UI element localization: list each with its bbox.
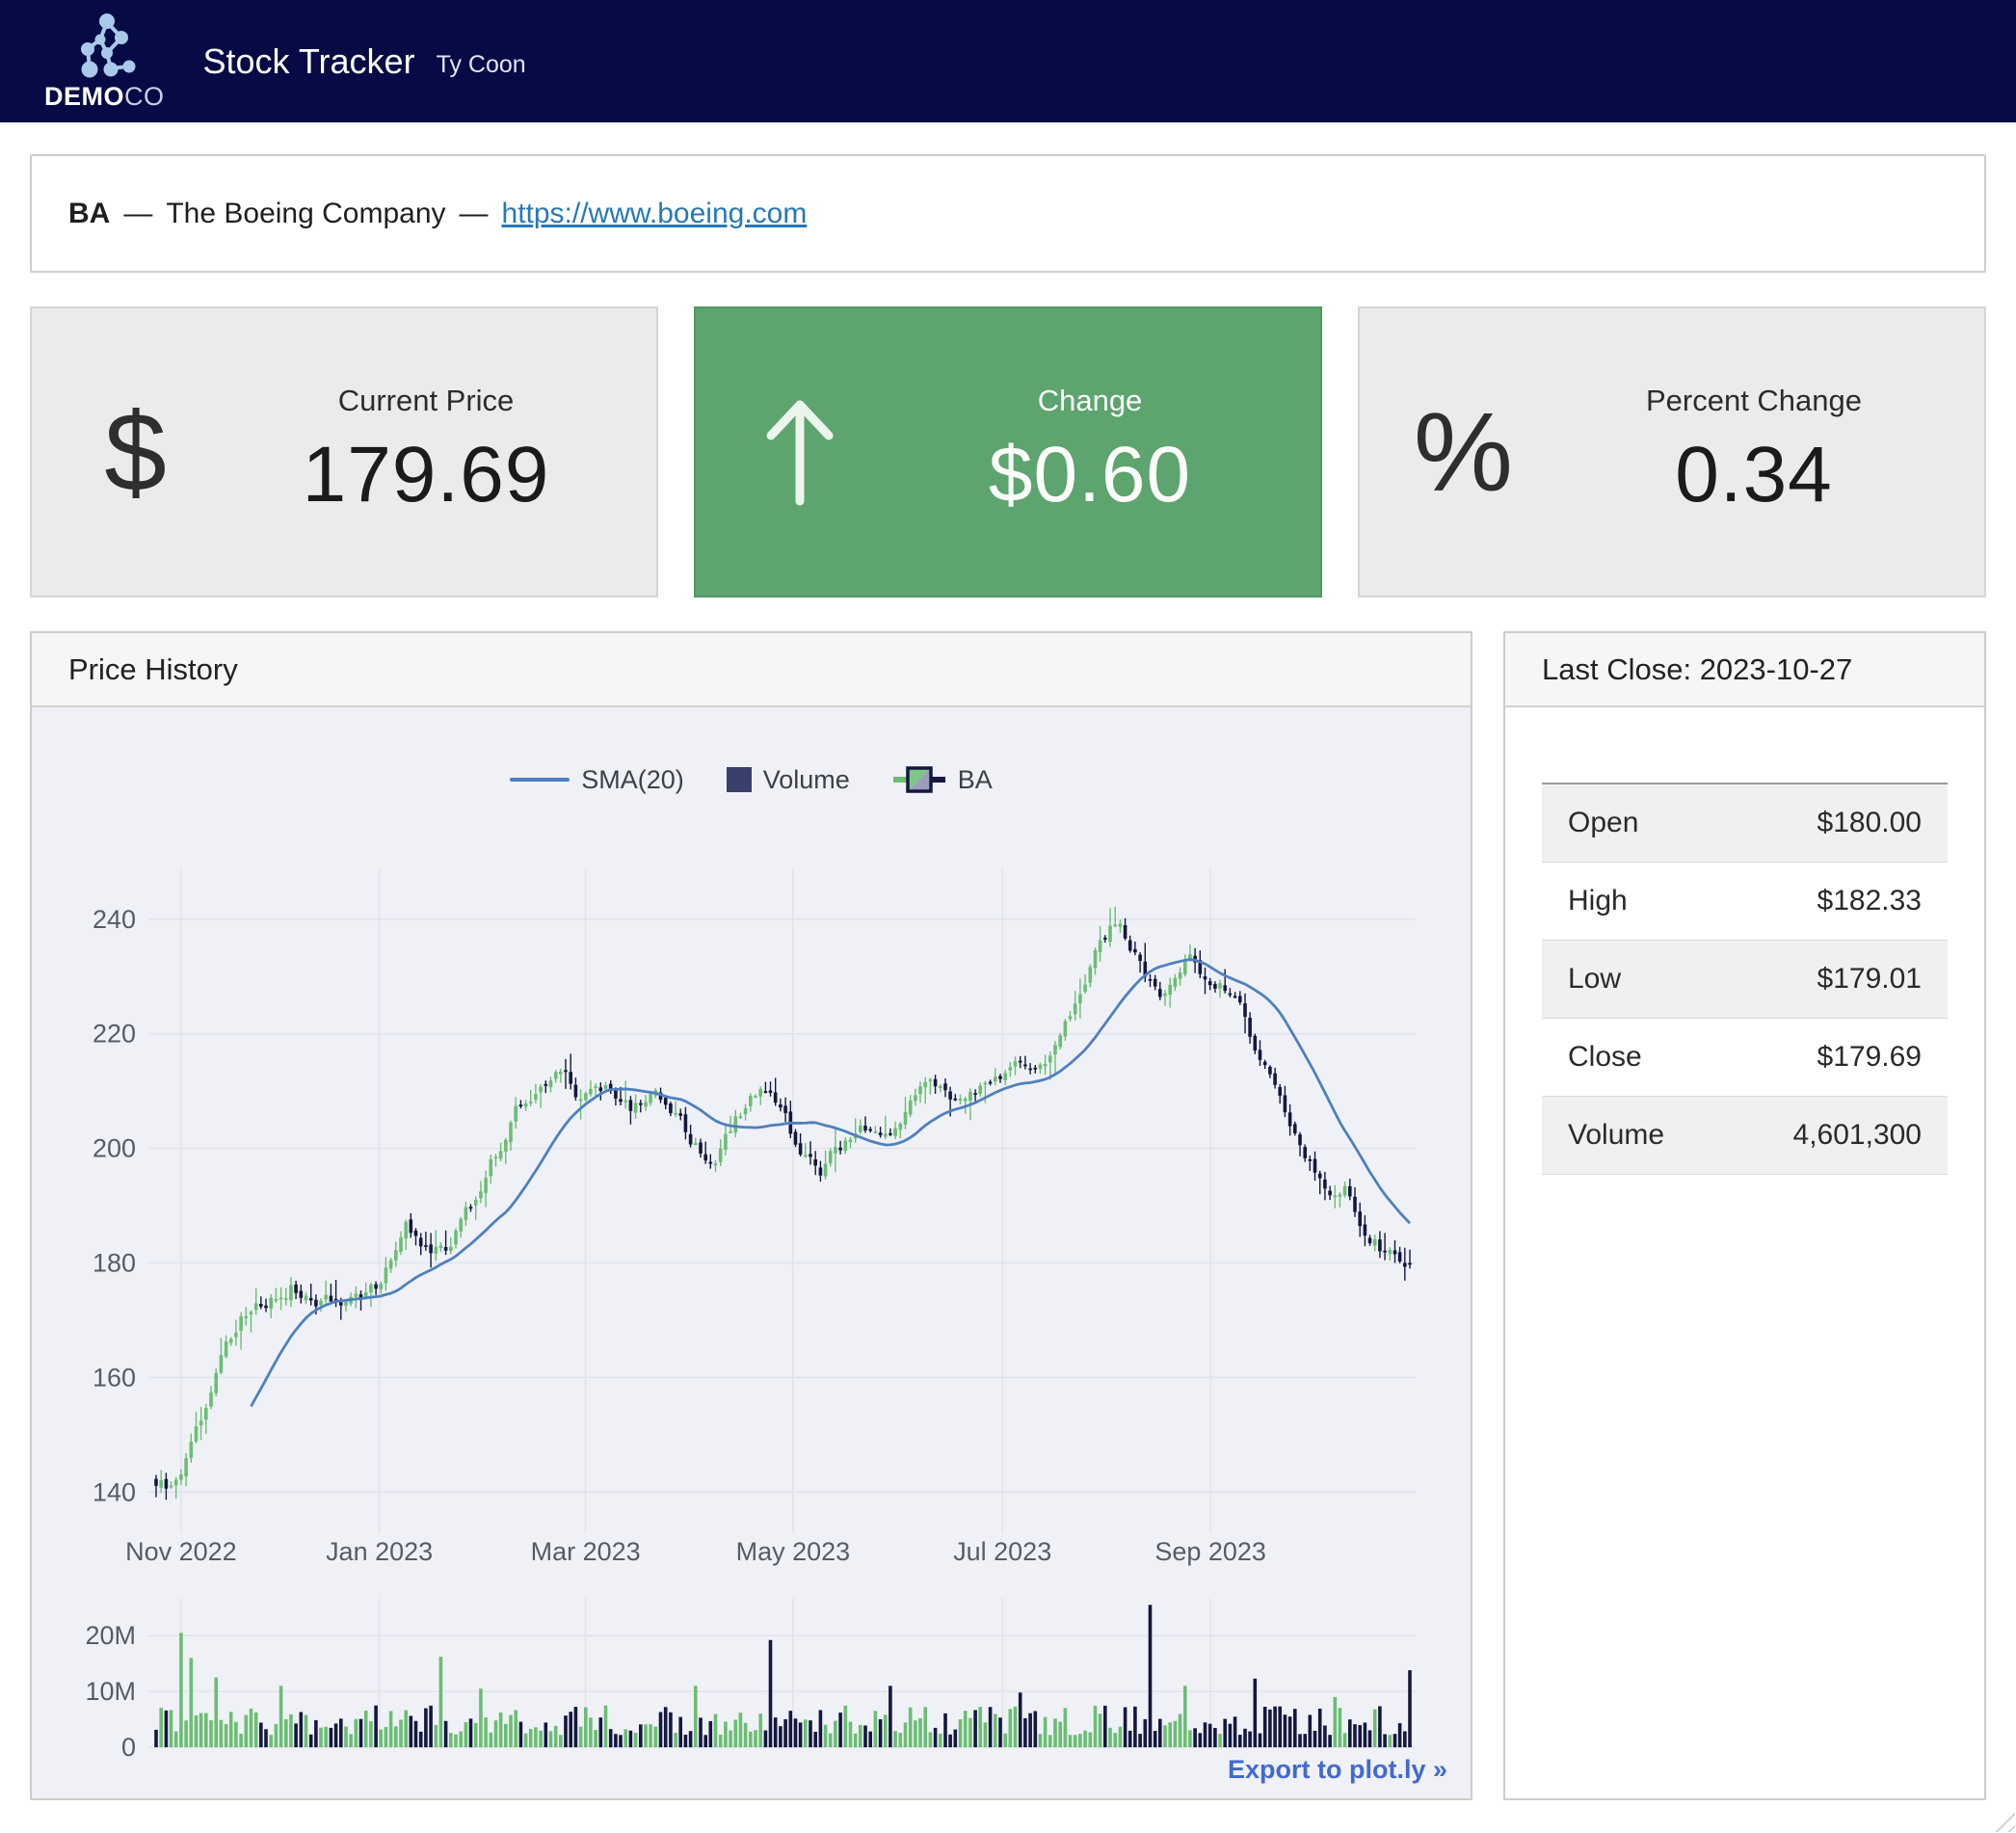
sma-line-swatch — [510, 778, 570, 782]
page-title: Stock Tracker — [203, 41, 415, 82]
row-label: Close — [1542, 1019, 1725, 1097]
ticker-summary-card: BA — The Boeing Company — https://www.bo… — [30, 154, 1986, 273]
svg-text:Mar 2023: Mar 2023 — [531, 1537, 641, 1566]
row-value: $179.69 — [1725, 1019, 1948, 1097]
ticker-symbol: BA — [68, 198, 110, 230]
svg-text:140: 140 — [93, 1477, 136, 1506]
price-history-panel: Price History Nov 2022 Jan 2023 Mar 2023 Ma… — [30, 631, 1472, 1800]
stats-row: $ Current Price 179.69 Change $0.60 % Pe… — [30, 306, 1986, 598]
last-close-body: Open $180.00 High $182.33 Low $179.01 Cl… — [1505, 707, 1984, 1798]
legend-item-volume[interactable]: Volume — [727, 765, 850, 795]
table-row-high: High $182.33 — [1542, 863, 1948, 941]
row-value: $182.33 — [1725, 863, 1948, 941]
legend-label: Volume — [763, 765, 850, 795]
row-label: Volume — [1542, 1097, 1725, 1175]
svg-text:Jan 2023: Jan 2023 — [326, 1537, 433, 1566]
current-price-value: 179.69 — [303, 430, 550, 520]
company-name: The Boeing Company — [166, 198, 445, 230]
svg-text:Sep 2023: Sep 2023 — [1154, 1537, 1266, 1566]
svg-text:Jul 2023: Jul 2023 — [953, 1537, 1051, 1566]
row-value: $179.01 — [1725, 941, 1948, 1019]
svg-text:160: 160 — [93, 1363, 136, 1392]
candlestick-swatch — [892, 763, 946, 796]
chart-legend: SMA(20) Volume BA — [32, 763, 1471, 796]
separator-dash: — — [123, 198, 152, 230]
app-header: DEMOCO Stock Tracker Ty Coon — [0, 0, 2016, 122]
ohlc-table: Open $180.00 High $182.33 Low $179.01 Cl… — [1542, 783, 1948, 1175]
change-value: $0.60 — [989, 430, 1191, 520]
price-history-chart[interactable]: Nov 2022 Jan 2023 Mar 2023 May 2023 Jul 2023… — [32, 707, 1471, 1798]
legend-label: SMA(20) — [581, 765, 684, 795]
export-plotly-link[interactable]: Export to plot.ly » — [1228, 1755, 1447, 1785]
arrow-up-icon — [696, 391, 903, 513]
resize-grip[interactable] — [1988, 1805, 2015, 1832]
price-history-chart-area: Nov 2022 Jan 2023 Mar 2023 May 2023 Jul 2023… — [32, 707, 1471, 1798]
table-row-close: Close $179.69 — [1542, 1019, 1948, 1097]
svg-text:0: 0 — [121, 1733, 136, 1762]
row-label: Open — [1542, 784, 1725, 863]
democo-molecule-icon — [68, 11, 140, 80]
last-close-panel: Last Close: 2023-10-27 Open $180.00 High… — [1503, 631, 1986, 1800]
separator-dash: — — [460, 198, 489, 230]
svg-text:220: 220 — [93, 1020, 136, 1049]
row-value: 4,601,300 — [1725, 1097, 1948, 1175]
volume-swatch — [727, 767, 752, 792]
svg-text:180: 180 — [93, 1248, 136, 1277]
legend-item-ba[interactable]: BA — [892, 763, 993, 796]
table-row-open: Open $180.00 — [1542, 784, 1948, 863]
svg-text:Nov 2022: Nov 2022 — [125, 1537, 237, 1566]
democo-logo: DEMOCO — [44, 11, 165, 112]
svg-text:10M: 10M — [86, 1677, 136, 1706]
row-value: $180.00 — [1725, 784, 1948, 863]
page-subtitle: Ty Coon — [437, 43, 526, 79]
change-label: Change — [1038, 384, 1143, 418]
dollar-icon: $ — [32, 396, 239, 508]
legend-label: BA — [958, 765, 993, 795]
svg-text:20M: 20M — [86, 1621, 136, 1650]
row-label: High — [1542, 863, 1725, 941]
legend-item-sma-20-[interactable]: SMA(20) — [510, 765, 684, 795]
svg-text:200: 200 — [93, 1134, 136, 1163]
svg-text:240: 240 — [93, 905, 136, 934]
percent-change-value: 0.34 — [1675, 430, 1833, 520]
table-row-low: Low $179.01 — [1542, 941, 1948, 1019]
percent-change-label: Percent Change — [1646, 384, 1862, 418]
main-content: Price History Nov 2022 Jan 2023 Mar 2023 Ma… — [30, 631, 1986, 1800]
change-card: Change $0.60 — [694, 306, 1322, 598]
row-label: Low — [1542, 941, 1725, 1019]
current-price-card: $ Current Price 179.69 — [30, 306, 658, 598]
percent-icon: % — [1360, 396, 1567, 508]
svg-text:May 2023: May 2023 — [736, 1537, 850, 1566]
table-row-volume: Volume 4,601,300 — [1542, 1097, 1948, 1175]
brand-text: DEMOCO — [44, 82, 165, 112]
current-price-label: Current Price — [338, 384, 515, 418]
price-history-header: Price History — [32, 633, 1471, 707]
company-website-link[interactable]: https://www.boeing.com — [502, 198, 808, 230]
percent-change-card: % Percent Change 0.34 — [1358, 306, 1986, 598]
last-close-header: Last Close: 2023-10-27 — [1505, 633, 1984, 707]
